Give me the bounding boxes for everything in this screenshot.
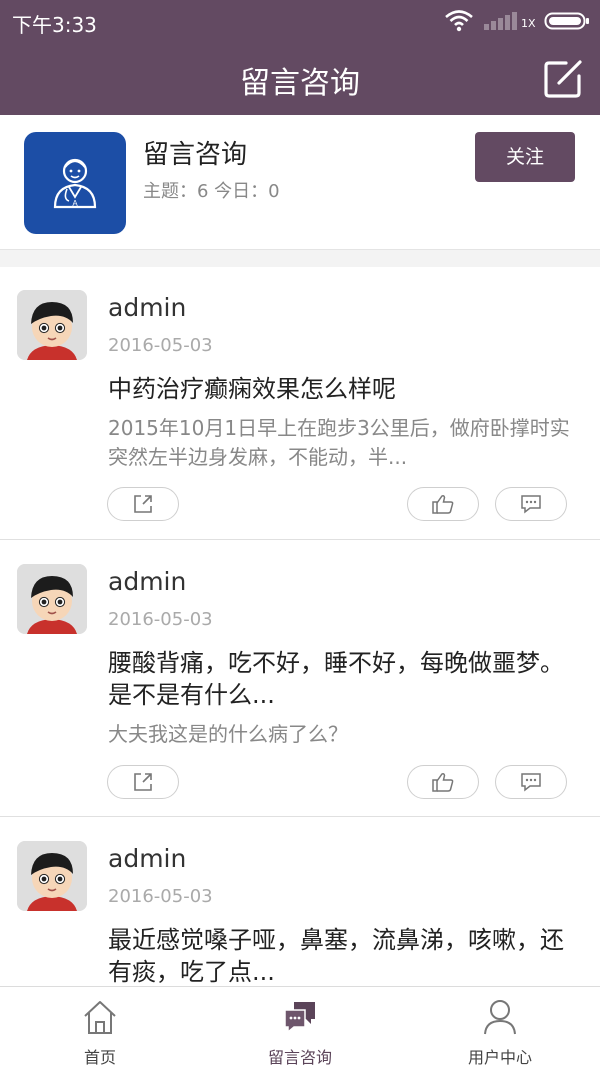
user-icon — [484, 1000, 516, 1035]
like-button[interactable] — [407, 765, 479, 799]
board-name: 留言咨询 — [143, 140, 248, 170]
share-icon — [134, 773, 152, 791]
post-date: 2016-05-03 — [108, 335, 213, 356]
tab-label: 留言咨询 — [267, 1048, 332, 1067]
post-author: admin — [108, 567, 187, 596]
chat-bubbles-icon — [284, 1002, 315, 1034]
svg-text:A: A — [72, 199, 78, 208]
board-logo: A — [24, 132, 126, 234]
comment-icon — [521, 773, 541, 792]
status-time: 下午3:33 — [12, 13, 97, 37]
compose-icon[interactable] — [542, 58, 584, 100]
post-item[interactable]: admin 2016-05-03 最近感觉嗓子哑，鼻塞，流鼻涕，咳嗽，还有痰，吃… — [0, 818, 600, 986]
like-button[interactable] — [407, 487, 479, 521]
network-type: 1X — [521, 17, 536, 30]
tab-label: 首页 — [83, 1048, 116, 1067]
home-icon — [84, 1001, 116, 1034]
cartoon-avatar-icon — [17, 841, 87, 911]
avatar[interactable] — [17, 564, 87, 634]
tab-user-center[interactable]: 用户中心 — [400, 987, 600, 1067]
post-date: 2016-05-03 — [108, 609, 213, 630]
board-info: A 留言咨询 主题：6 今日：0 关注 — [0, 115, 600, 249]
post-author: admin — [108, 293, 187, 322]
avatar[interactable] — [17, 290, 87, 360]
post-date: 2016-05-03 — [108, 886, 213, 907]
status-bar: 下午3:33 1X — [0, 0, 600, 44]
post-excerpt: 大夫我这是的什么病了么？ — [108, 722, 348, 746]
app-header: 下午3:33 1X 留言咨询 — [0, 0, 600, 115]
post-title[interactable]: 中药治疗癫痫效果怎么样呢 — [108, 373, 578, 405]
post-item[interactable]: admin 2016-05-03 中药治疗癫痫效果怎么样呢 2015年10月1日… — [0, 267, 600, 540]
bottom-tab-bar: 首页 留言咨询 用户中心 — [0, 986, 600, 1067]
signal-icon — [484, 12, 517, 30]
wifi-icon — [445, 10, 473, 32]
cartoon-avatar-icon — [17, 564, 87, 634]
section-divider — [0, 249, 600, 267]
board-stats: 主题：6 今日：0 — [143, 181, 280, 202]
doctor-icon: A — [53, 158, 97, 209]
share-button[interactable] — [107, 487, 179, 521]
cartoon-avatar-icon — [17, 290, 87, 360]
page-title: 留言咨询 — [240, 66, 360, 101]
comment-button[interactable] — [495, 765, 567, 799]
post-item[interactable]: admin 2016-05-03 腰酸背痛，吃不好，睡不好，每晚做噩梦。是不是有… — [0, 541, 600, 817]
battery-icon — [544, 12, 589, 30]
tab-consult[interactable]: 留言咨询 — [200, 987, 400, 1067]
tab-home[interactable]: 首页 — [0, 987, 200, 1067]
tab-label: 用户中心 — [467, 1048, 532, 1067]
post-excerpt: 2015年10月1日早上在跑步3公里后，做府卧撑时实突然左半边身发麻，不能动，半… — [108, 416, 570, 469]
post-title[interactable]: 最近感觉嗓子哑，鼻塞，流鼻涕，咳嗽，还有痰，吃了点... — [108, 924, 578, 986]
share-icon — [134, 495, 152, 513]
avatar[interactable] — [17, 841, 87, 911]
follow-button[interactable]: 关注 — [475, 132, 575, 182]
post-author: admin — [108, 844, 187, 873]
post-title[interactable]: 腰酸背痛，吃不好，睡不好，每晚做噩梦。是不是有什么... — [108, 647, 578, 711]
thumbs-up-icon — [432, 772, 454, 792]
thumbs-up-icon — [432, 494, 454, 514]
share-button[interactable] — [107, 765, 179, 799]
comment-button[interactable] — [495, 487, 567, 521]
comment-icon — [521, 495, 541, 514]
